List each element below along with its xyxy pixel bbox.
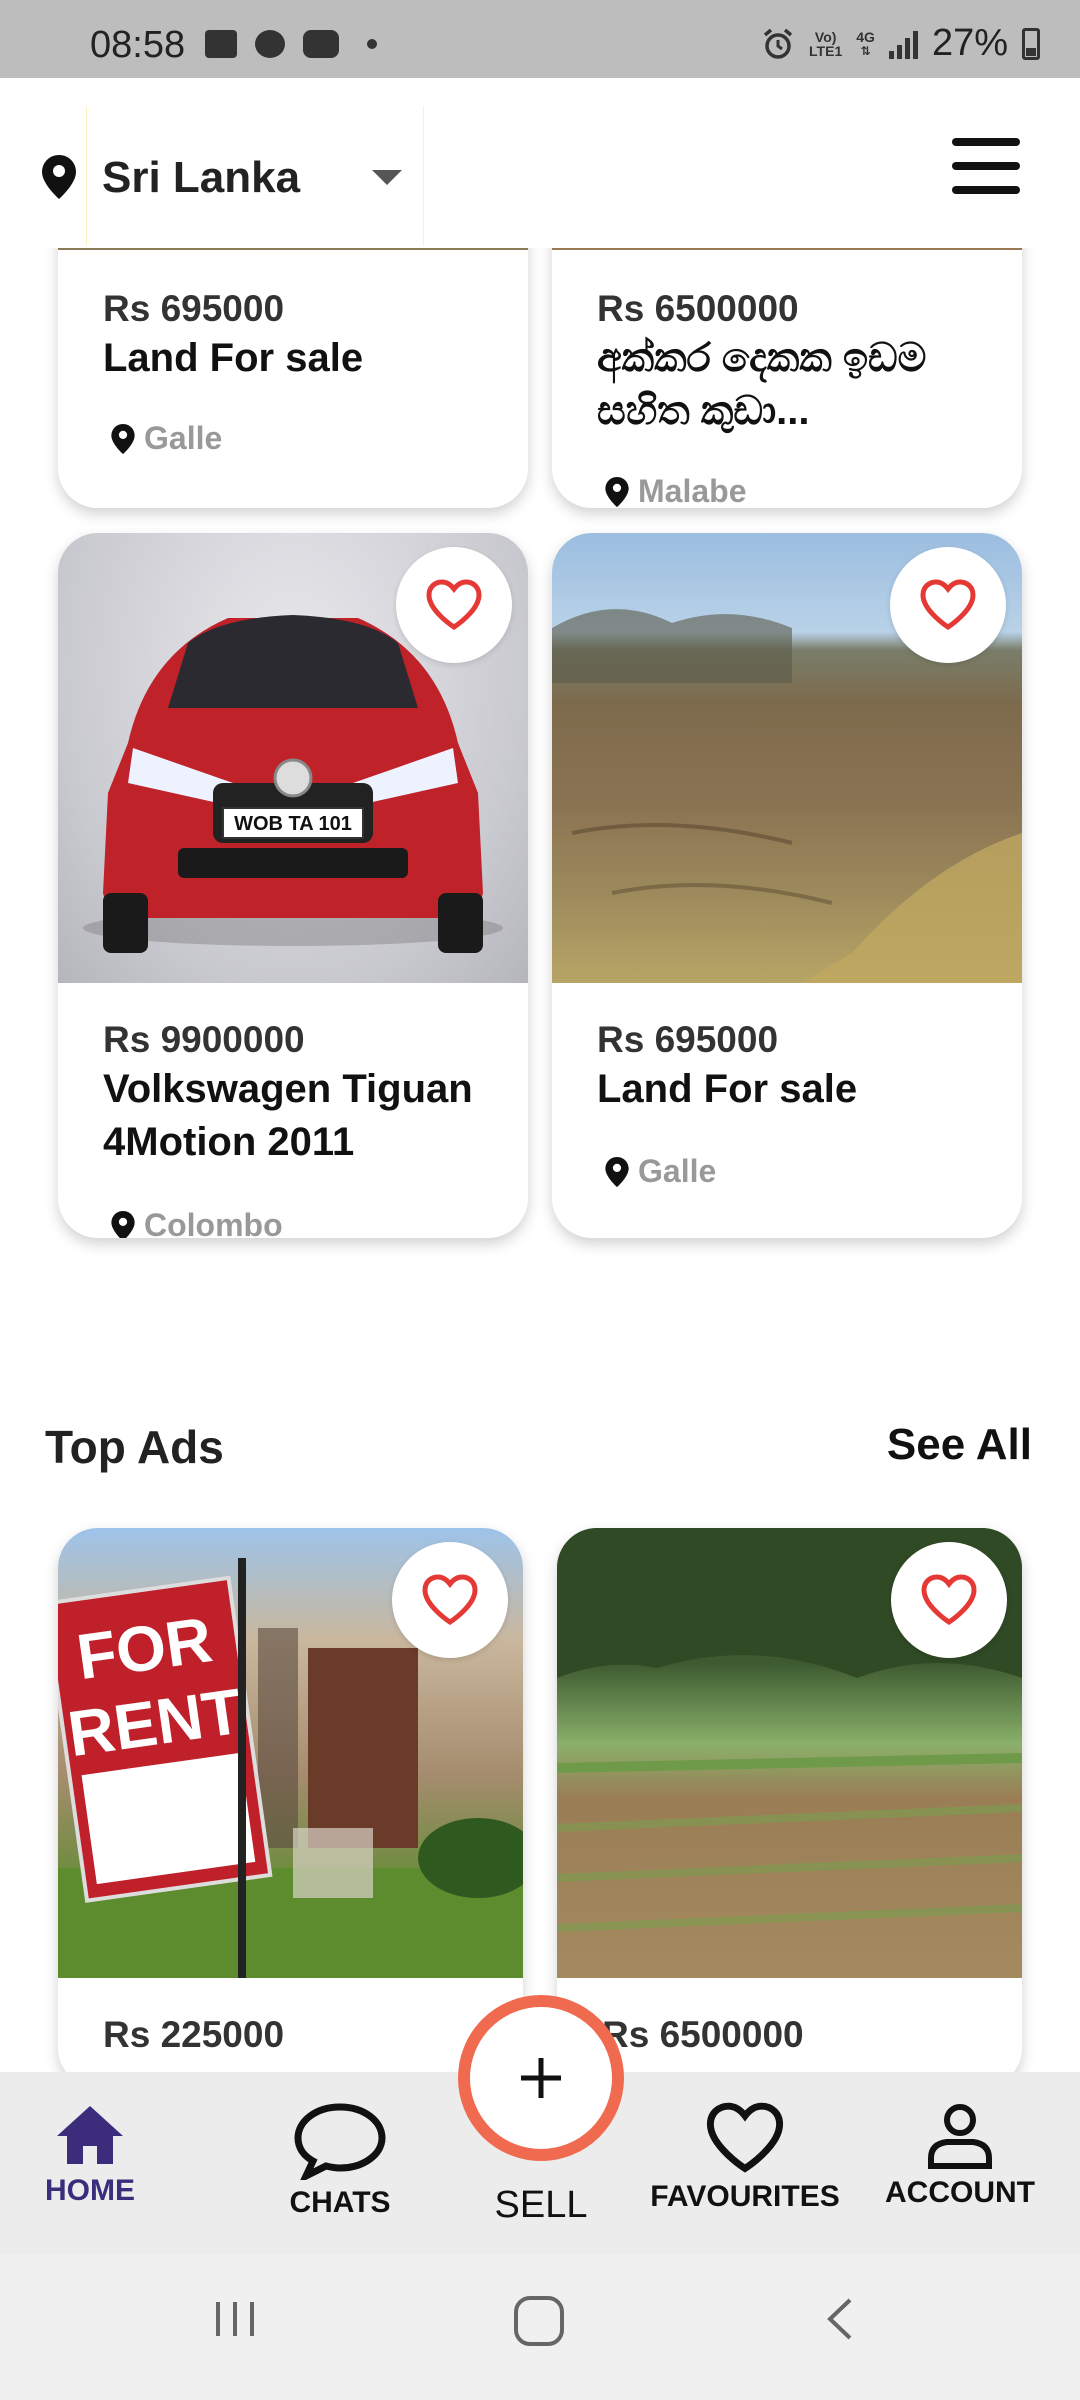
chat-bubble-icon [294, 2103, 386, 2180]
system-navigation-bar [0, 2254, 1080, 2400]
user-icon [928, 2104, 992, 2169]
more-notifications-dot [367, 39, 377, 49]
dropdown-caret-icon[interactable] [372, 170, 402, 185]
menu-button[interactable] [952, 138, 1020, 194]
favorite-button[interactable] [890, 547, 1006, 663]
favorite-button[interactable] [392, 1542, 508, 1658]
nav-favourites-label: FAVOURITES [650, 2180, 840, 2213]
status-bar: 08:58 Vo) LTE1 4G ⇅ 27% [0, 0, 1080, 78]
chrome-icon [255, 30, 285, 58]
sell-label[interactable]: SELL [458, 2184, 624, 2227]
ad-card[interactable]: WOB TA 101 Rs 9900000 Volkswagen Tiguan … [58, 533, 528, 1238]
app-header: Sri Lanka [0, 78, 1080, 248]
ad-title: අක්කර දෙකක ඉඩම සහිත කුඩා... [597, 336, 927, 433]
ad-price: Rs 6500000 [602, 2014, 804, 2055]
home-icon [57, 2106, 123, 2164]
volte-indicator: Vo) LTE1 [809, 28, 843, 59]
ad-card[interactable]: FOR RENT Rs 225000 [58, 1528, 523, 2088]
heart-icon [426, 579, 482, 630]
system-status: Vo) LTE1 4G ⇅ 27% [761, 22, 1040, 65]
ad-location: Malabe [604, 473, 746, 508]
location-pin-icon [42, 155, 76, 199]
notification-icons [205, 30, 377, 58]
nav-account-label: ACCOUNT [885, 2176, 1035, 2209]
heart-icon [706, 2102, 784, 2173]
plus-icon [521, 2058, 561, 2098]
ad-card[interactable]: Rs 695000 Land For sale Galle [552, 533, 1022, 1238]
ad-location: Colombo [110, 1207, 283, 1238]
ad-price: Rs 695000 [103, 288, 285, 329]
favorite-button[interactable] [891, 1542, 1007, 1658]
section-title: Top Ads [45, 1421, 224, 1473]
nav-home-label: HOME [45, 2174, 135, 2207]
battery-icon [1022, 27, 1040, 60]
signal-icon [888, 29, 918, 59]
gallery-icon [205, 30, 237, 58]
location-pin-icon [605, 1156, 629, 1187]
ad-location-text: Colombo [144, 1207, 283, 1238]
network-type: 4G ⇅ [856, 28, 875, 58]
ad-location-text: Galle [638, 1153, 717, 1189]
ad-card[interactable]: Rs 6500000 [557, 1528, 1022, 2088]
ad-location-text: Malabe [638, 473, 747, 508]
ad-title: Volkswagen Tiguan 4Motion 2011 [103, 1067, 473, 1164]
recent-apps-icon[interactable] [210, 2294, 260, 2344]
ad-location: Galle [604, 1153, 716, 1190]
location-pin-icon [111, 423, 135, 454]
battery-percent: 27% [931, 22, 1008, 64]
ad-price: Rs 6500000 [597, 288, 799, 329]
svg-text:WOB TA 101: WOB TA 101 [234, 813, 352, 835]
see-all-link[interactable]: See All [887, 1420, 1032, 1470]
location-pin-icon [605, 476, 629, 507]
ad-location: Galle [110, 420, 222, 457]
ad-title: Land For sale [597, 1067, 858, 1111]
alarm-icon [763, 28, 793, 59]
sell-button[interactable] [458, 1995, 624, 2161]
heart-icon [422, 1574, 478, 1625]
heart-icon [920, 579, 976, 630]
heart-icon [921, 1574, 977, 1625]
location-pin-icon [111, 1210, 135, 1238]
ad-price: Rs 695000 [597, 1019, 779, 1060]
favorite-button[interactable] [396, 547, 512, 663]
nav-home[interactable]: HOME [40, 2102, 140, 2208]
nav-favourites[interactable]: FAVOURITES [650, 2102, 840, 2214]
youtube-icon [303, 30, 339, 58]
nav-chats-label: CHATS [289, 2186, 391, 2219]
ad-price: Rs 9900000 [103, 1019, 305, 1060]
data-arrows-icon: ⇅ [860, 43, 871, 58]
nav-chats[interactable]: CHATS [280, 2102, 400, 2220]
back-icon[interactable] [820, 2294, 860, 2344]
hamburger-icon [952, 138, 1020, 146]
home-system-icon[interactable] [512, 2294, 566, 2348]
nav-account[interactable]: ACCOUNT [880, 2102, 1040, 2210]
ad-title: Land For sale [103, 336, 364, 380]
ad-price: Rs 225000 [103, 2014, 285, 2055]
status-time: 08:58 [90, 24, 186, 66]
ad-location-text: Galle [144, 420, 223, 456]
location-name[interactable]: Sri Lanka [102, 153, 300, 203]
